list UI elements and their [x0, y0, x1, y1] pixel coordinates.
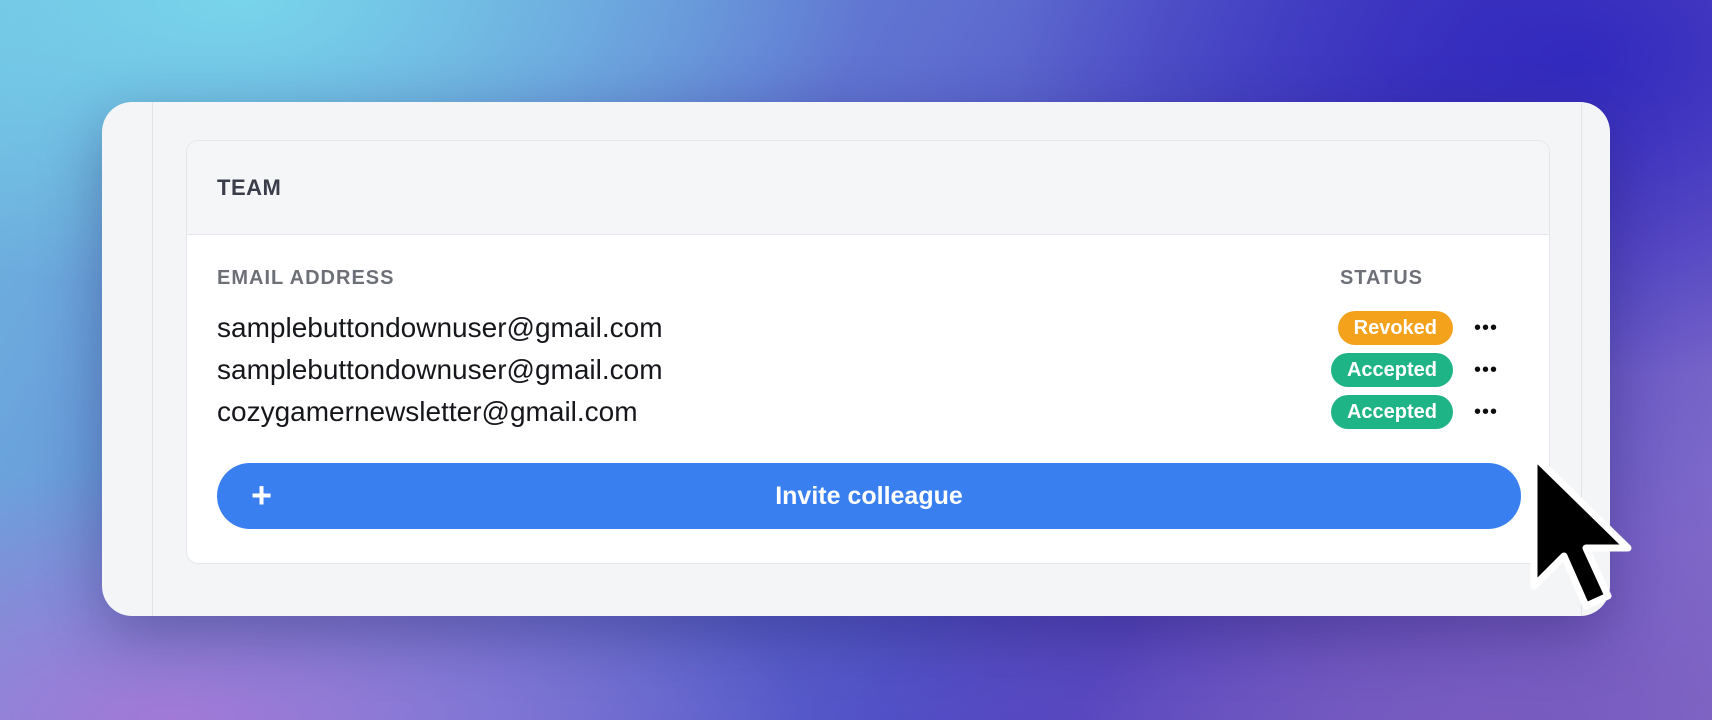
status-badge-accepted: Accepted: [1330, 395, 1453, 429]
sidebar-divider: [152, 102, 153, 616]
team-member-list: samplebuttondownuser@gmail.com Revoked •…: [217, 307, 1519, 433]
plus-icon: +: [251, 474, 273, 516]
mouse-pointer-icon: [1530, 452, 1632, 610]
team-card-header: TEAM: [187, 141, 1549, 235]
status-cell: Accepted: [1293, 395, 1453, 429]
team-card-body: EMAIL ADDRESS STATUS samplebuttondownuse…: [187, 235, 1549, 529]
invite-colleague-button[interactable]: + Invite colleague: [217, 463, 1521, 529]
status-cell: Accepted: [1293, 353, 1453, 387]
member-email: samplebuttondownuser@gmail.com: [217, 312, 663, 343]
member-email: samplebuttondownuser@gmail.com: [217, 354, 663, 385]
invite-colleague-label: Invite colleague: [775, 481, 963, 510]
more-options-icon[interactable]: •••: [1453, 317, 1519, 340]
email-column-header: EMAIL ADDRESS: [217, 266, 395, 289]
status-badge-revoked: Revoked: [1337, 311, 1453, 345]
team-member-row: samplebuttondownuser@gmail.com Accepted …: [217, 349, 1519, 391]
status-column-header: STATUS: [1339, 266, 1423, 289]
app-window: TEAM EMAIL ADDRESS STATUS samplebuttondo…: [102, 102, 1610, 616]
more-options-icon[interactable]: •••: [1453, 401, 1519, 424]
member-email: cozygamernewsletter@gmail.com: [217, 396, 638, 427]
team-member-row: cozygamernewsletter@gmail.com Accepted •…: [217, 391, 1519, 433]
more-options-icon[interactable]: •••: [1453, 359, 1519, 382]
status-cell: Revoked: [1293, 311, 1453, 345]
status-badge-accepted: Accepted: [1330, 353, 1453, 387]
team-title: TEAM: [217, 174, 282, 200]
team-card: TEAM EMAIL ADDRESS STATUS samplebuttondo…: [186, 140, 1550, 564]
team-member-row: samplebuttondownuser@gmail.com Revoked •…: [217, 307, 1519, 349]
column-headers: EMAIL ADDRESS STATUS: [217, 263, 1519, 293]
